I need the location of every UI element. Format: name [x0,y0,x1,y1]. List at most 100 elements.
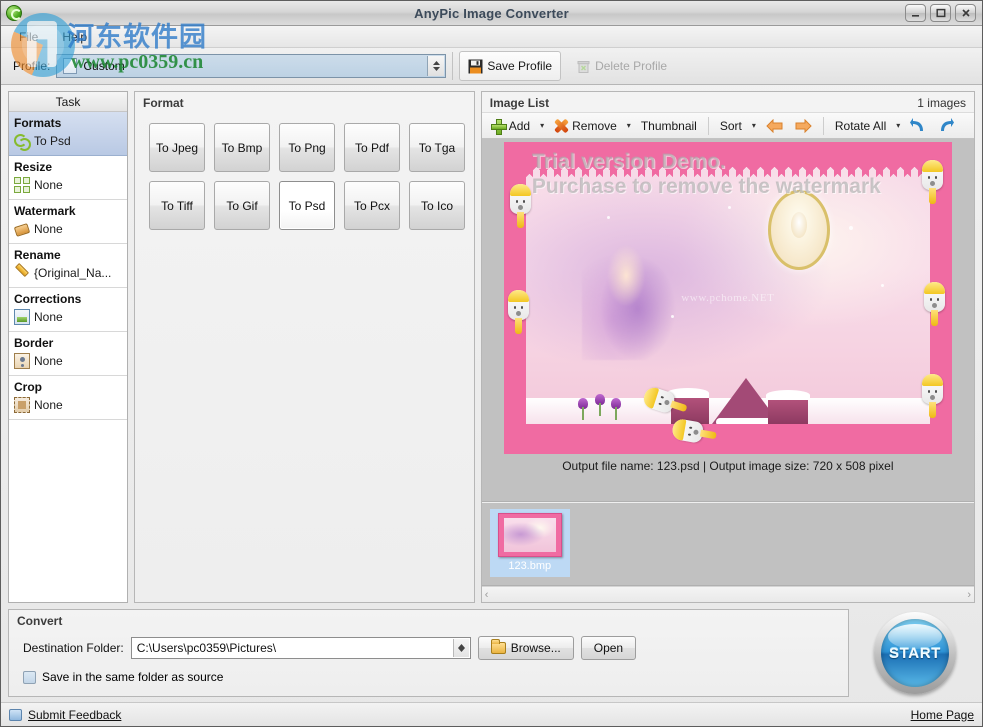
toolbar-separator [708,117,709,135]
convert-panel-title: Convert [9,610,848,628]
menu-item-file[interactable]: File [9,28,48,46]
sidebar-item-watermark[interactable]: Watermark None [9,200,127,244]
sidebar-item-resize-value: None [34,178,63,192]
sidebar-item-formats-value: To Psd [34,134,71,148]
thumbnail-strip: 123.bmp [482,502,974,586]
image-list-panel: Image List 1 images Add ▾ Remove ▾ Thumb… [481,91,975,603]
rotate-counterclockwise-icon [910,118,926,133]
format-panel: Format To Jpeg To Bmp To Png To Pdf To T… [134,91,475,603]
sort-button[interactable]: Sort [715,115,747,137]
watermark-stamp-icon [14,221,30,237]
green-plus-icon [491,119,505,133]
format-button-bmp[interactable]: To Bmp [214,123,270,172]
sort-dropdown-caret-icon[interactable]: ▾ [749,121,759,130]
format-button-png[interactable]: To Png [279,123,335,172]
browse-button-label: Browse... [511,641,561,655]
profile-spinner[interactable] [427,56,444,76]
move-left-button[interactable] [761,115,788,137]
same-folder-row: Save in the same folder as source [9,660,848,684]
format-button-grid: To Jpeg To Bmp To Png To Pdf To Tga To T… [135,110,474,230]
sidebar-filler [9,420,127,602]
menu-item-help[interactable]: Help [52,28,97,46]
rotate-all-button[interactable]: Rotate All [830,115,891,137]
destination-folder-spinner[interactable] [453,639,469,657]
rotate-ccw-button[interactable] [905,115,931,137]
sidebar-item-formats[interactable]: Formats To Psd [9,112,127,156]
rotate-cw-button[interactable] [933,115,959,137]
resize-grid-icon [14,177,30,193]
popsicle-character [510,184,531,228]
image-preview-area[interactable]: www.pchome.NET Trial version Demo. Purch… [482,139,974,502]
remove-dropdown-caret-icon[interactable]: ▾ [624,121,634,130]
thumbnail-item[interactable]: 123.bmp [490,509,570,577]
format-button-pcx[interactable]: To Pcx [344,181,400,230]
task-sidebar: Task Formats To Psd Resize None Watermar… [8,91,128,603]
sidebar-item-watermark-title: Watermark [14,204,122,218]
thumbnail-image [498,513,562,557]
add-button[interactable]: Add [486,115,535,137]
orange-x-icon [554,119,568,133]
browse-button[interactable]: Browse... [478,636,574,660]
format-button-psd[interactable]: To Psd [279,181,335,230]
maximize-icon[interactable] [930,4,951,22]
home-page-link[interactable]: Home Page [911,708,974,722]
profile-combo[interactable]: Custom [56,54,446,78]
sidebar-item-rename[interactable]: Rename {Original_Na... [9,244,127,288]
format-button-tga[interactable]: To Tga [409,123,465,172]
thumbnail-horizontal-scrollbar[interactable]: ‹ › [482,586,974,602]
sidebar-item-border-value: None [34,354,63,368]
minimize-icon[interactable] [905,4,926,22]
destination-row: Destination Folder: C:\Users\pc0359\Pict… [9,628,848,660]
profile-file-icon [63,58,77,74]
start-button-inner: START [881,619,949,687]
start-button-label: START [889,645,941,662]
sparkle [607,216,610,219]
arrow-left-icon [766,119,783,133]
floppy-disk-icon [468,59,483,74]
scroll-right-icon[interactable]: › [967,589,971,601]
sparkle [881,284,884,287]
open-button[interactable]: Open [581,636,636,660]
add-dropdown-caret-icon[interactable]: ▾ [537,121,547,130]
sidebar-item-border[interactable]: Border None [9,332,127,376]
submit-feedback-link[interactable]: Submit Feedback [28,708,121,722]
window-title: AnyPic Image Converter [1,6,982,21]
add-button-label: Add [509,119,530,133]
arrow-right-icon [795,119,812,133]
remove-button[interactable]: Remove [549,115,622,137]
save-profile-button[interactable]: Save Profile [459,51,561,81]
image-count-label: 1 images [917,96,966,110]
delete-profile-label: Delete Profile [595,59,667,73]
pencil-icon [14,265,30,281]
trash-can-icon [576,59,591,74]
format-panel-title: Format [135,92,474,110]
app-icon [6,5,22,21]
save-profile-label: Save Profile [487,59,552,73]
sidebar-item-crop[interactable]: Crop None [9,376,127,420]
delete-profile-button[interactable]: Delete Profile [567,51,676,81]
sidebar-item-rename-value: {Original_Na... [34,266,111,280]
start-button[interactable]: START [874,612,956,694]
format-button-tiff[interactable]: To Tiff [149,181,205,230]
crop-icon [14,397,30,413]
toolbar-separator [823,117,824,135]
folder-open-icon [491,642,506,654]
rotate-all-dropdown-caret-icon[interactable]: ▾ [893,121,903,130]
scroll-left-icon[interactable]: ‹ [485,589,489,601]
destination-folder-input[interactable]: C:\Users\pc0359\Pictures\ [131,637,471,659]
close-icon[interactable] [955,4,976,22]
border-frame-icon [14,353,30,369]
sidebar-item-resize[interactable]: Resize None [9,156,127,200]
format-button-gif[interactable]: To Gif [214,181,270,230]
format-button-pdf[interactable]: To Pdf [344,123,400,172]
sidebar-item-resize-title: Resize [14,160,122,174]
thumbnail-button[interactable]: Thumbnail [636,115,702,137]
same-folder-checkbox[interactable] [23,671,36,684]
format-button-jpeg[interactable]: To Jpeg [149,123,205,172]
sidebar-item-crop-value: None [34,398,63,412]
destination-folder-value: C:\Users\pc0359\Pictures\ [132,641,276,655]
sidebar-item-corrections[interactable]: Corrections None [9,288,127,332]
oval-frame-decoration [768,190,830,270]
format-button-ico[interactable]: To Ico [409,181,465,230]
move-right-button[interactable] [790,115,817,137]
